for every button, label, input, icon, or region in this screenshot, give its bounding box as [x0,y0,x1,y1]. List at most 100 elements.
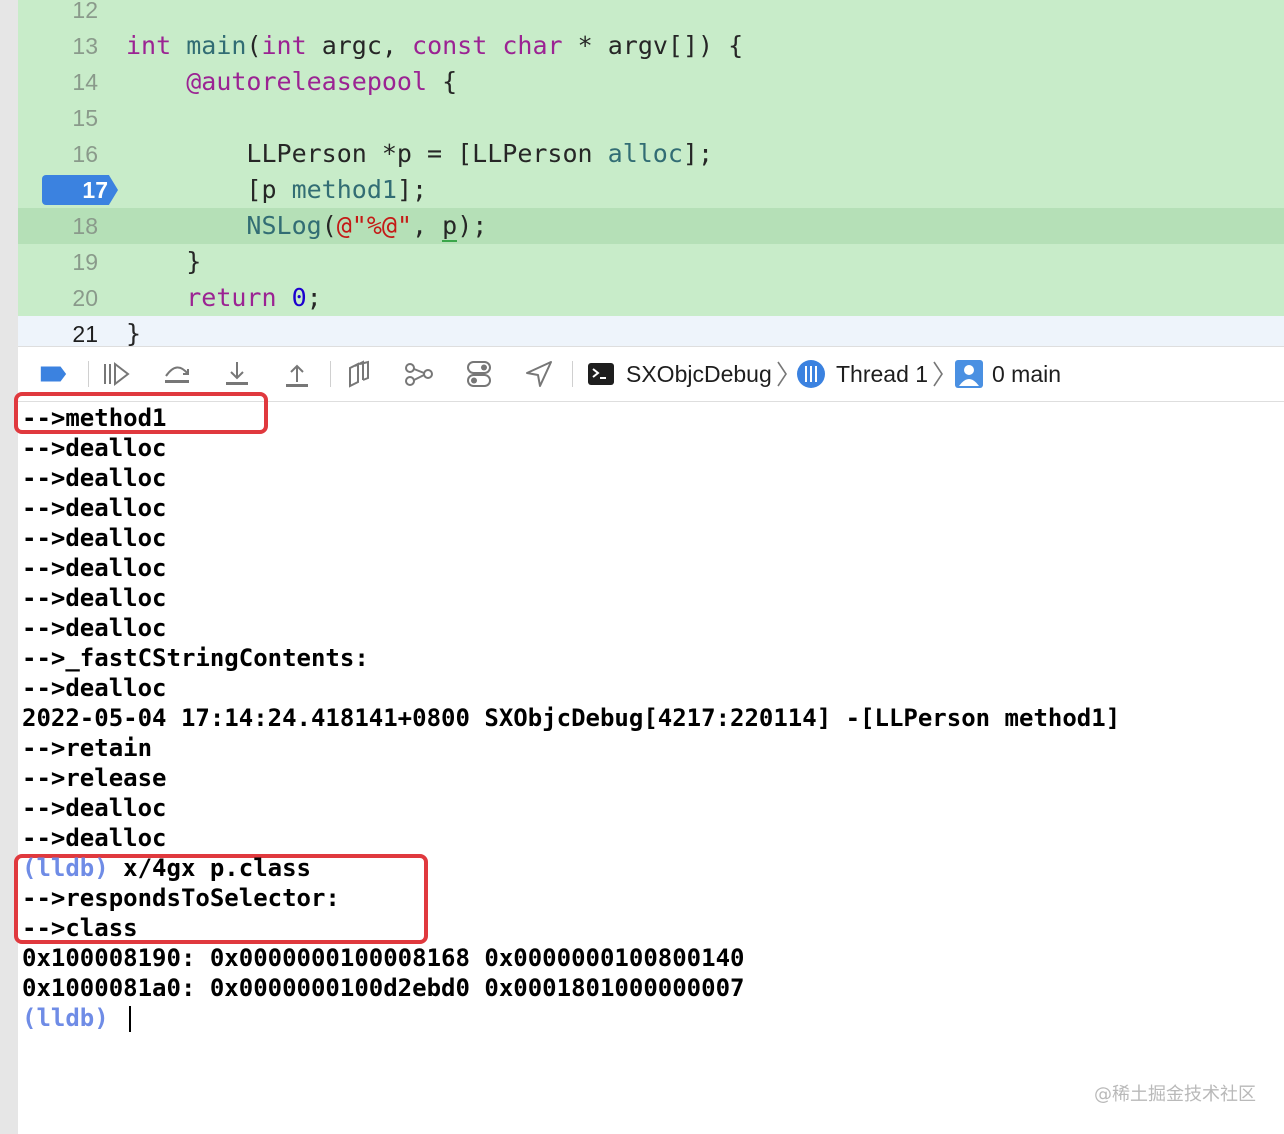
code-token: int [126,31,172,60]
code-token: { [427,67,458,96]
chevron-right-icon [928,359,948,389]
lldb-command [109,1004,123,1032]
thread-icon [796,359,826,389]
console-line: 0x1000081a0: 0x0000000100d2ebd0 0x000180… [22,974,745,1002]
line-number: 20 [72,285,98,311]
simulate-location-icon[interactable] [524,359,554,389]
terminal-icon [586,359,616,389]
memory-graph-icon[interactable] [404,359,434,389]
console-line: -->dealloc [22,554,167,582]
code-token: ]; [396,175,428,204]
code-line[interactable]: 19 } [18,244,1284,280]
breadcrumb-thread[interactable]: Thread 1 [836,347,928,401]
divider [88,361,89,387]
code-token: const [412,31,488,60]
console-line: 2022-05-04 17:14:24.418141+0800 SXObjcDe… [22,704,1121,732]
line-number: 16 [72,141,98,167]
code-token: ; [306,283,322,312]
code-text: } [126,316,141,346]
console-line: -->dealloc [22,584,167,612]
code-token: NSLog [246,211,322,240]
console-line: -->method1 [22,404,167,432]
code-text: } [126,244,201,280]
code-token: ]; [682,139,714,168]
console-line: -->class [22,914,138,942]
console-line: -->respondsToSelector: [22,884,340,912]
code-token: , [412,211,443,240]
code-line[interactable]: 15 [18,100,1284,136]
code-text: int main(int argc, const char * argv[]) … [126,28,743,64]
code-line[interactable]: 13 int main(int argc, const char * argv[]… [18,28,1284,64]
code-line[interactable]: 20 return 0; [18,280,1284,316]
environment-overrides-icon[interactable] [464,359,494,389]
console-line: -->_fastCStringContents: [22,644,369,672]
console-line: 0x100008190: 0x0000000100008168 0x000000… [22,944,745,972]
breadcrumb-frame[interactable]: 0 main [992,347,1061,401]
line-number: 14 [72,69,98,95]
divider [572,361,573,387]
line-number: 15 [72,105,98,131]
console-line: -->release [22,764,167,792]
step-over-icon[interactable] [162,359,192,389]
code-token: char [502,31,563,60]
code-token: [p [126,175,292,204]
code-token: } [126,247,202,276]
divider [330,361,331,387]
view-hierarchy-icon[interactable] [344,359,374,389]
console-line: -->dealloc [22,614,167,642]
console-line: -->dealloc [22,494,167,522]
console-line: -->dealloc [22,524,167,552]
line-number: 19 [72,249,98,275]
code-token: 0 [291,283,307,312]
code-line[interactable]: 18 NSLog(@"%@", p); [18,208,1284,244]
continue-icon[interactable] [102,359,132,389]
code-token: p [442,211,458,242]
text-cursor [129,1006,132,1032]
lldb-prompt: (lldb) [22,854,109,882]
code-line[interactable]: 21} [18,316,1284,346]
console-line: -->dealloc [22,794,167,822]
breadcrumb-target[interactable]: SXObjcDebug [626,347,772,401]
left-gutter-strip [0,0,18,1134]
code-token: @"%@" [336,211,413,240]
line-number: 18 [72,213,98,239]
console-line: -->dealloc [22,464,167,492]
breakpoints-toggle-icon[interactable] [38,359,68,389]
code-line[interactable]: 12 [18,0,1284,28]
code-token: int [261,31,307,60]
code-text: [p method1]; [126,172,427,208]
console-line: -->dealloc [22,824,167,852]
code-line[interactable]: 14 @autoreleasepool { [18,64,1284,100]
code-token: ( [246,31,262,60]
code-line[interactable]: 16 LLPerson *p = [LLPerson alloc]; [18,136,1284,172]
watermark: @稀土掘金技术社区 [1094,1084,1256,1105]
console-line: -->dealloc [22,674,167,702]
chevron-right-icon [772,359,792,389]
code-token: ); [457,211,488,240]
code-token: ( [321,211,337,240]
console-line: -->dealloc [22,434,167,462]
step-into-icon[interactable] [222,359,252,389]
stack-frame-user-icon [954,359,984,389]
code-token: alloc [607,139,683,168]
code-token: } [126,319,142,346]
code-token: argc, [306,31,413,60]
line-number: 21 [72,321,98,346]
line-number: 13 [72,33,98,59]
code-text: NSLog(@"%@", p); [126,208,487,244]
source-editor[interactable]: 12 13 int main(int argc, const char * argv… [18,0,1284,346]
code-token: LLPerson *p = [LLPerson [126,139,608,168]
code-token: method1 [291,175,397,204]
console-line: -->retain [22,734,153,762]
step-out-icon[interactable] [282,359,312,389]
code-token: main [186,31,247,60]
lldb-prompt: (lldb) [22,1004,109,1032]
debug-console[interactable]: -->method1 -->dealloc -->dealloc -->dealloc… [14,392,1284,1134]
code-line[interactable]: 17 [p method1]; [18,172,1284,208]
lldb-command: x/4gx p.class [108,854,311,882]
code-token: return [186,283,277,312]
